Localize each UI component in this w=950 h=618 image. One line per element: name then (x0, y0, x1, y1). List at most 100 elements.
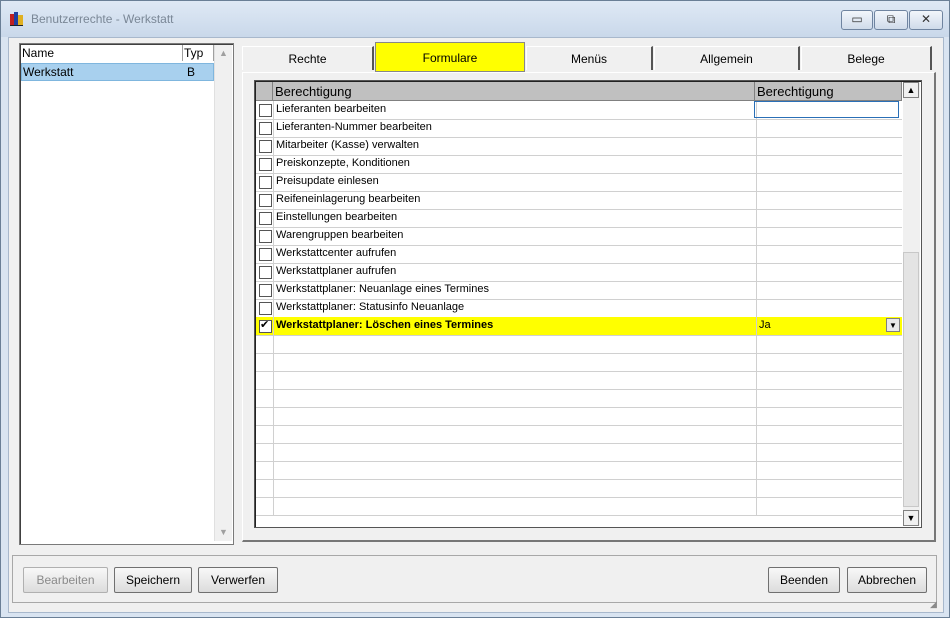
permission-label-cell (273, 497, 757, 515)
table-row[interactable]: Warengruppen bearbeiten (256, 227, 902, 246)
speichern-button[interactable]: Speichern (114, 567, 192, 593)
permission-checkbox[interactable] (259, 266, 272, 279)
permission-value-cell[interactable] (755, 245, 902, 263)
permission-label-cell (273, 335, 757, 353)
permission-checkbox[interactable] (259, 248, 272, 261)
tab-belege[interactable]: Belege (801, 46, 932, 70)
table-row[interactable]: Preiskonzepte, Konditionen (256, 155, 902, 174)
permission-checkbox[interactable] (259, 194, 272, 207)
scroll-down-icon[interactable]: ▼ (903, 510, 919, 526)
column-header-berechtigung-label: Berechtigung (275, 84, 352, 99)
permission-checkbox[interactable] (259, 176, 272, 189)
focused-edit-cell[interactable] (754, 101, 899, 118)
table-row[interactable]: Lieferanten bearbeiten (256, 101, 902, 120)
permission-checkbox[interactable] (259, 140, 272, 153)
permission-value-cell[interactable] (755, 335, 902, 353)
permission-value-cell[interactable] (755, 371, 902, 389)
user-list[interactable]: Name Typ Werkstatt B ▲ ▼ (19, 43, 234, 545)
abbrechen-button[interactable]: Abbrechen (847, 567, 927, 593)
table-row[interactable] (256, 479, 902, 498)
table-row[interactable]: ✔ Werkstattplaner: Löschen eines Termines… (256, 317, 902, 336)
permission-value-cell[interactable]: Ja ▼ (755, 317, 902, 335)
tab-rechte[interactable]: Rechte (242, 46, 374, 70)
table-row[interactable] (256, 425, 902, 444)
permission-value-cell[interactable] (755, 209, 902, 227)
table-row[interactable] (256, 443, 902, 462)
tab-menues[interactable]: Menüs (526, 46, 653, 70)
table-row[interactable] (256, 353, 902, 372)
column-header-name[interactable]: Name (21, 45, 183, 61)
scroll-up-icon[interactable]: ▲ (903, 82, 919, 98)
permission-value-cell[interactable] (755, 155, 902, 173)
table-row[interactable] (256, 461, 902, 480)
resize-grip-icon[interactable]: ◢ (930, 599, 940, 609)
permission-value-cell[interactable] (755, 227, 902, 245)
table-row[interactable] (256, 389, 902, 408)
user-typ-cell: B (187, 65, 196, 79)
table-row[interactable]: Preisupdate einlesen (256, 173, 902, 192)
column-header-berechtigung[interactable]: Berechtigung (273, 82, 755, 100)
tab-allgemein[interactable]: Allgemein (654, 46, 800, 70)
permission-value-cell[interactable] (755, 353, 902, 371)
scroll-thumb[interactable] (903, 252, 919, 507)
dropdown-arrow-icon[interactable]: ▼ (886, 318, 900, 332)
beenden-button[interactable]: Beenden (768, 567, 840, 593)
table-row[interactable] (256, 497, 902, 516)
permissions-grid[interactable]: Berechtigung Berechtigung Lieferanten be… (254, 80, 922, 528)
permission-checkbox[interactable] (259, 230, 272, 243)
permission-label-cell (273, 479, 757, 497)
permission-value-cell[interactable] (755, 479, 902, 497)
app-window: Benutzerrechte - Werkstatt ▭ ⧉ ✕ Name Ty… (0, 0, 950, 618)
scroll-down-icon[interactable]: ▼ (215, 524, 232, 541)
minimize-button[interactable]: ▭ (841, 10, 873, 30)
table-row[interactable] (256, 371, 902, 390)
permission-label-cell: Werkstattplaner: Neuanlage eines Termine… (273, 281, 757, 299)
permission-value-cell[interactable] (755, 443, 902, 461)
bearbeiten-button[interactable]: Bearbeiten (23, 567, 108, 593)
permission-value-cell[interactable] (755, 137, 902, 155)
permission-label-cell: Lieferanten-Nummer bearbeiten (273, 119, 757, 137)
permission-checkbox[interactable] (259, 104, 272, 117)
permission-value-cell[interactable] (755, 389, 902, 407)
user-list-scrollbar[interactable]: ▲ ▼ (214, 45, 232, 541)
permission-value-cell[interactable] (755, 281, 902, 299)
permission-value-cell[interactable] (755, 461, 902, 479)
table-row[interactable]: Werkstattcenter aufrufen (256, 245, 902, 264)
maximize-button[interactable]: ⧉ (874, 10, 908, 30)
permission-checkbox[interactable] (259, 302, 272, 315)
permission-value-cell[interactable] (755, 119, 902, 137)
permission-label: Mitarbeiter (Kasse) verwalten (276, 139, 420, 151)
close-button[interactable]: ✕ (909, 10, 943, 30)
table-row[interactable]: Lieferanten-Nummer bearbeiten (256, 119, 902, 138)
permission-checkbox[interactable] (259, 212, 272, 225)
verwerfen-button[interactable]: Verwerfen (198, 567, 278, 593)
permission-value-cell[interactable] (755, 191, 902, 209)
permission-checkbox[interactable] (259, 284, 272, 297)
permission-value-cell[interactable] (755, 497, 902, 515)
user-list-row[interactable]: Werkstatt B (21, 63, 214, 81)
permission-value-cell[interactable] (755, 407, 902, 425)
column-header-berechtigung-value[interactable]: Berechtigung (755, 82, 902, 100)
title-bar[interactable]: Benutzerrechte - Werkstatt ▭ ⧉ ✕ (1, 1, 949, 37)
permission-value-cell[interactable] (755, 425, 902, 443)
column-header-typ[interactable]: Typ (183, 45, 214, 61)
permission-checkbox[interactable] (259, 158, 272, 171)
permission-label: Reifeneinlagerung bearbeiten (276, 193, 421, 205)
table-row[interactable]: Werkstattplaner: Neuanlage eines Termine… (256, 281, 902, 300)
table-row[interactable]: Werkstattplaner aufrufen (256, 263, 902, 282)
permission-checkbox[interactable] (259, 122, 272, 135)
tab-formulare[interactable]: Formulare (375, 42, 525, 72)
table-row[interactable]: Einstellungen bearbeiten (256, 209, 902, 228)
permission-value-cell[interactable] (755, 299, 902, 317)
table-row[interactable] (256, 407, 902, 426)
table-row[interactable]: Reifeneinlagerung bearbeiten (256, 191, 902, 210)
table-row[interactable]: Mitarbeiter (Kasse) verwalten (256, 137, 902, 156)
table-row[interactable]: Werkstattplaner: Statusinfo Neuanlage (256, 299, 902, 318)
permission-checkbox[interactable]: ✔ (259, 319, 272, 333)
scroll-up-icon[interactable]: ▲ (215, 45, 232, 62)
table-row[interactable] (256, 335, 902, 354)
permission-value-cell[interactable] (755, 173, 902, 191)
permission-value-cell[interactable] (755, 263, 902, 281)
grid-scrollbar[interactable]: ▲ ▼ (903, 82, 920, 526)
permission-label: Werkstattplaner: Neuanlage eines Termine… (276, 283, 489, 295)
